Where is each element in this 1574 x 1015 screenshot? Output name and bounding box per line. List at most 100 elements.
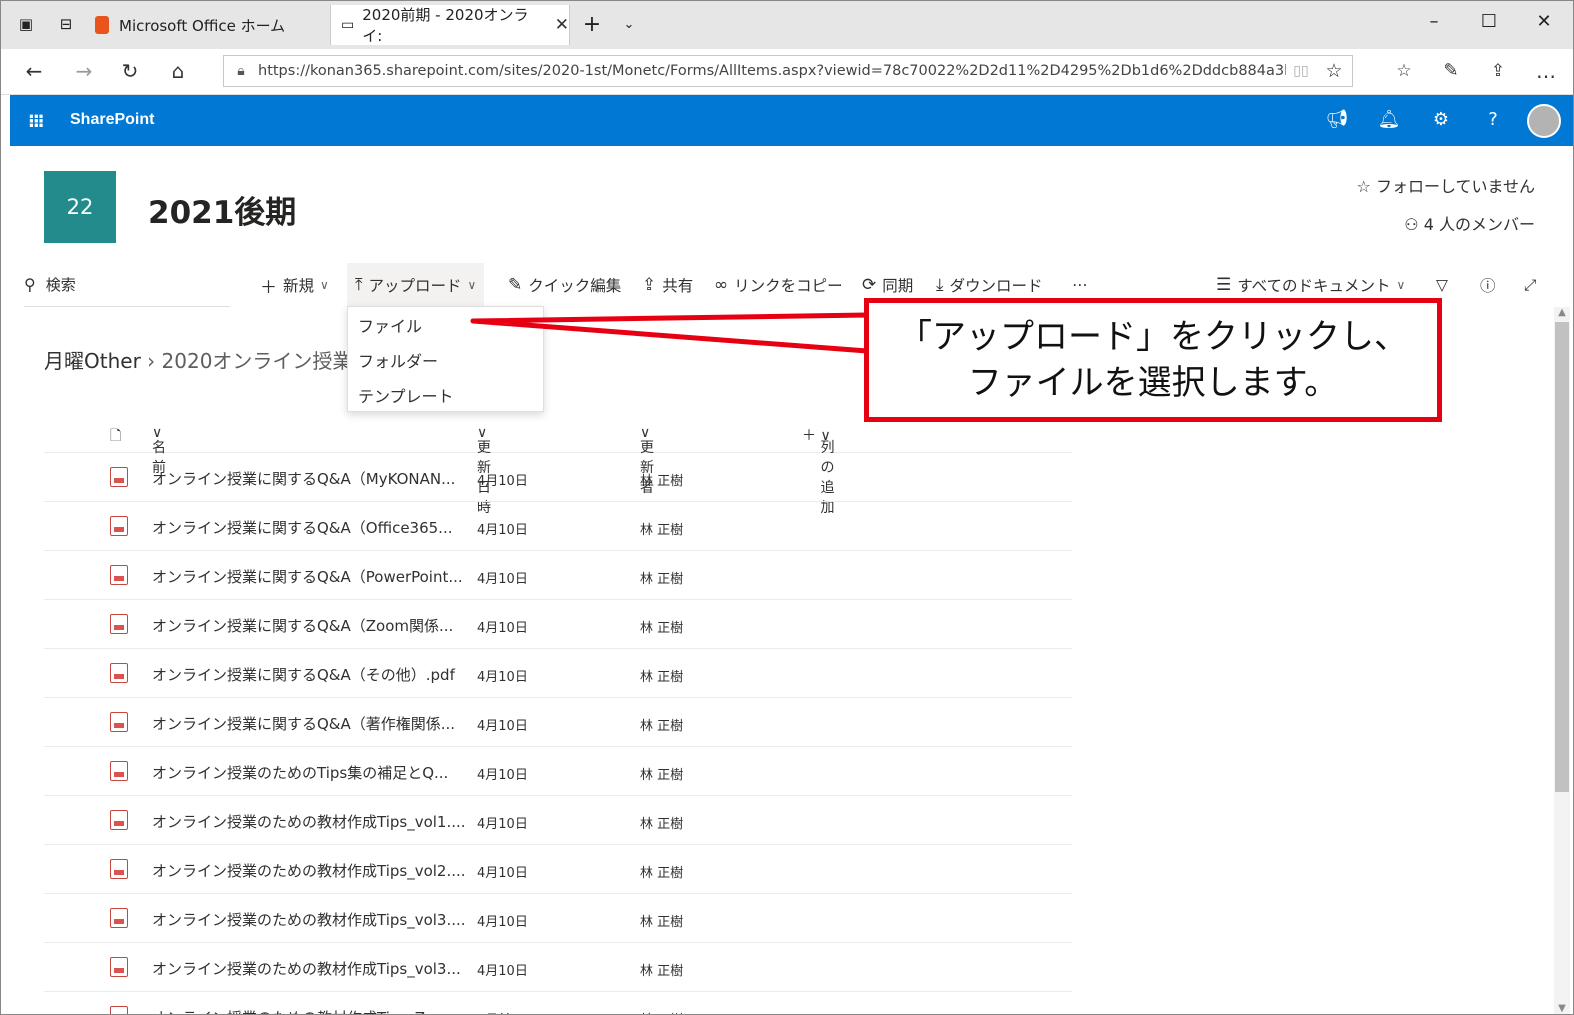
- upload-folder-item[interactable]: フォルダー: [348, 342, 543, 377]
- file-name[interactable]: オンライン授業に関するQ&A（PowerPoint...: [152, 566, 463, 587]
- close-window-icon[interactable]: ✕: [1529, 11, 1559, 32]
- table-row[interactable]: オンライン授業のための教材作成Tips_vol2.... 4月10日 林 正樹: [44, 845, 1072, 894]
- info-icon[interactable]: ⓘ: [1480, 263, 1496, 307]
- search-box[interactable]: ⚲ 検索: [24, 263, 230, 307]
- upload-file-item[interactable]: ファイル: [348, 307, 543, 342]
- quick-edit-button[interactable]: ✎ クイック編集: [508, 263, 621, 307]
- scroll-thumb[interactable]: [1555, 322, 1569, 792]
- gear-icon[interactable]: ⚙: [1428, 109, 1454, 130]
- close-tab-icon[interactable]: ✕: [555, 15, 569, 35]
- modified-by[interactable]: 林 正樹: [640, 715, 683, 734]
- modified-date: 4月10日: [477, 768, 528, 783]
- file-type-icon[interactable]: 🗋︎: [110, 425, 121, 449]
- members-button[interactable]: ⚇ 4 人のメンバー: [1404, 211, 1535, 235]
- favorite-star-icon[interactable]: ☆: [1316, 60, 1352, 82]
- table-row[interactable]: オンライン授業のための教材作成Tips_vol3... 4月10日 林 正樹: [44, 943, 1072, 992]
- notes-icon[interactable]: ✎: [1438, 58, 1464, 84]
- app-launcher-icon[interactable]: ⁝⁝⁝: [28, 111, 44, 132]
- tab-actions-icon[interactable]: ▣: [15, 13, 37, 35]
- file-name[interactable]: オンライン授業に関するQ&A（著作権関係...: [152, 713, 455, 734]
- share-icon[interactable]: ⇪: [1485, 58, 1511, 84]
- home-icon[interactable]: ⌂: [165, 58, 191, 84]
- share-button[interactable]: ⇪ 共有: [642, 263, 693, 307]
- url-field[interactable]: 🔒︎ https://konan365.sharepoint.com/sites…: [223, 55, 1353, 87]
- tab-office-home[interactable]: Microsoft Office ホーム: [91, 5, 326, 45]
- breadcrumb-root[interactable]: 月曜Other: [44, 349, 141, 373]
- column-modified-by[interactable]: 更新者 ∨: [640, 425, 654, 496]
- file-name[interactable]: オンライン授業のためのTips集の補足とQ...: [152, 762, 448, 783]
- file-name[interactable]: オンライン授業のための教材作成Tips_vol1....: [152, 811, 466, 832]
- tab-list-chevron-icon[interactable]: ⌄: [618, 13, 640, 35]
- modified-by[interactable]: 林 正樹: [640, 764, 683, 783]
- new-button[interactable]: ＋ 新規 ∨: [260, 263, 329, 307]
- help-icon[interactable]: ?: [1480, 109, 1506, 130]
- back-icon[interactable]: ←: [21, 58, 47, 84]
- modified-date: 4月10日: [477, 719, 528, 734]
- document-list: 🗋︎ 名前 ∨ 更新日時 ∨ 更新者 ∨ ＋ 列の追加 ∨ オンライン授業に関す…: [44, 413, 1072, 1014]
- add-column-button[interactable]: ＋ 列の追加 ∨: [802, 425, 834, 516]
- table-row[interactable]: オンライン授業に関するQ&A（Zoom関係... 4月10日 林 正樹: [44, 600, 1072, 649]
- chevron-down-icon: ∨: [1396, 278, 1406, 292]
- modified-by[interactable]: 林 正樹: [640, 813, 683, 832]
- list-view-icon: ☰: [1216, 275, 1232, 295]
- table-row[interactable]: オンライン授業に関するQ&A（著作権関係... 4月10日 林 正樹: [44, 698, 1072, 747]
- modified-by[interactable]: 林 正樹: [640, 470, 683, 489]
- table-row[interactable]: オンライン授業のための教材作成Tips_vol3.... 4月10日 林 正樹: [44, 894, 1072, 943]
- file-name[interactable]: オンライン授業のための教材作成Tips_vol2....: [152, 860, 466, 881]
- forward-icon[interactable]: →: [71, 58, 97, 84]
- follow-button[interactable]: ☆ フォローしていません: [1357, 173, 1535, 197]
- plus-icon: ＋: [260, 277, 277, 298]
- tab-sharepoint[interactable]: ▭ 2020前期 - 2020オンライ: ✕: [330, 5, 570, 45]
- pdf-file-icon: [110, 565, 128, 585]
- megaphone-icon[interactable]: 📢︎: [1324, 109, 1350, 130]
- file-name[interactable]: オンライン授業に関するQ&A（MyKONAN...: [152, 468, 455, 489]
- vertical-scrollbar[interactable]: ▲ ▼: [1554, 307, 1570, 1014]
- upload-button[interactable]: ⤒ アップロード ∨: [347, 263, 485, 307]
- modified-by[interactable]: 林 正樹: [640, 519, 683, 538]
- table-row[interactable]: オンライン授業のための教材作成Tips_Zoo... 5月前 林 正樹: [44, 992, 1072, 1014]
- reading-view-icon[interactable]: ▯▯: [1286, 63, 1316, 79]
- breadcrumb-current[interactable]: 2020オンライン授業: [162, 349, 347, 373]
- modified-by[interactable]: 林 正樹: [640, 568, 683, 587]
- minimize-icon[interactable]: –: [1419, 11, 1449, 32]
- file-name[interactable]: オンライン授業に関するQ&A（Office365...: [152, 517, 453, 538]
- table-row[interactable]: オンライン授業に関するQ&A（Office365... 4月10日 林 正樹: [44, 502, 1072, 551]
- bell-icon[interactable]: 🔔︎: [1376, 109, 1402, 130]
- pdf-file-icon: [110, 614, 128, 634]
- maximize-icon[interactable]: ☐: [1474, 11, 1504, 32]
- upload-template-item[interactable]: テンプレート: [348, 377, 543, 412]
- pdf-file-icon: [110, 712, 128, 732]
- set-aside-tabs-icon[interactable]: ⊟: [55, 13, 77, 35]
- copy-link-button[interactable]: ∞ リンクをコピー: [714, 263, 843, 307]
- modified-by[interactable]: 林 正樹: [640, 911, 683, 930]
- table-row[interactable]: オンライン授業のための教材作成Tips_vol1.... 4月10日 林 正樹: [44, 796, 1072, 845]
- table-row[interactable]: オンライン授業に関するQ&A（その他）.pdf 4月10日 林 正樹: [44, 649, 1072, 698]
- site-title[interactable]: 2021後期: [148, 187, 296, 232]
- scroll-down-icon[interactable]: ▼: [1554, 1003, 1570, 1014]
- table-row[interactable]: オンライン授業に関するQ&A（MyKONAN... 4月10日 林 正樹: [44, 453, 1072, 502]
- modified-by[interactable]: 林 正樹: [640, 960, 683, 979]
- modified-by[interactable]: 林 正樹: [640, 617, 683, 636]
- modified-by[interactable]: 林 正樹: [640, 862, 683, 881]
- favorites-icon[interactable]: ☆: [1391, 58, 1417, 84]
- modified-by[interactable]: 林 正樹: [640, 666, 683, 685]
- column-modified[interactable]: 更新日時 ∨: [477, 425, 491, 516]
- file-name[interactable]: オンライン授業に関するQ&A（その他）.pdf: [152, 664, 455, 685]
- pdf-file-icon: [110, 1006, 128, 1014]
- file-name[interactable]: オンライン授業のための教材作成Tips_vol3...: [152, 958, 461, 979]
- scroll-up-icon[interactable]: ▲: [1554, 307, 1570, 318]
- file-name[interactable]: オンライン授業に関するQ&A（Zoom関係...: [152, 615, 453, 636]
- table-row[interactable]: オンライン授業に関するQ&A（PowerPoint... 4月10日 林 正樹: [44, 551, 1072, 600]
- new-tab-icon[interactable]: +: [581, 12, 603, 37]
- sharepoint-brand[interactable]: SharePoint: [70, 111, 154, 129]
- avatar[interactable]: [1527, 104, 1561, 138]
- pdf-file-icon: [110, 761, 128, 781]
- file-name[interactable]: オンライン授業のための教材作成Tips_Zoo...: [152, 1007, 457, 1014]
- refresh-icon[interactable]: ↻: [117, 58, 143, 84]
- modified-by[interactable]: 林 正樹: [640, 1009, 683, 1014]
- expand-icon[interactable]: ⤢: [1524, 263, 1536, 307]
- column-name[interactable]: 名前 ∨: [152, 425, 166, 476]
- file-name[interactable]: オンライン授業のための教材作成Tips_vol3....: [152, 909, 466, 930]
- more-icon[interactable]: …: [1533, 58, 1559, 84]
- table-row[interactable]: オンライン授業のためのTips集の補足とQ... 4月10日 林 正樹: [44, 747, 1072, 796]
